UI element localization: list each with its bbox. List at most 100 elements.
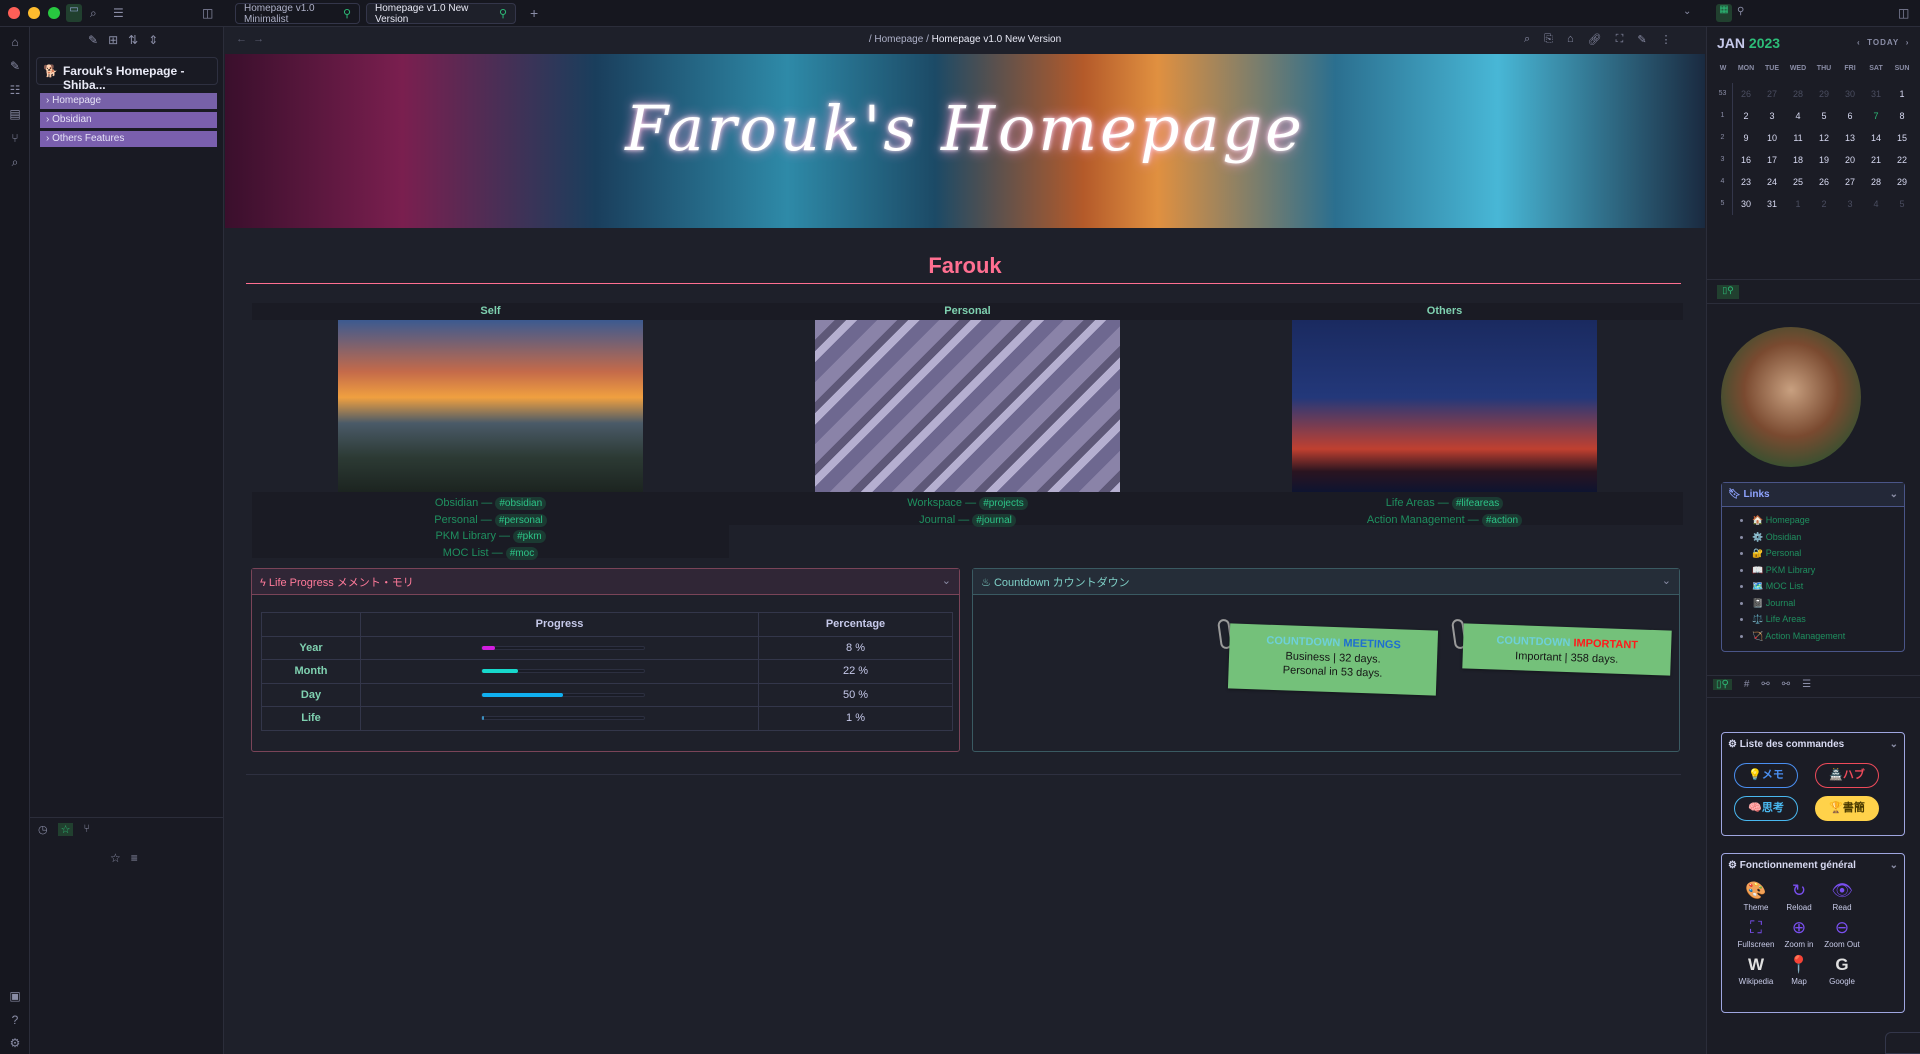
- backlinks-icon[interactable]: ⚯: [1761, 679, 1769, 690]
- command-pill[interactable]: 🏯ハブ: [1815, 763, 1879, 788]
- home-icon[interactable]: ⌂: [1567, 33, 1574, 46]
- starred-icon[interactable]: ☆: [57, 823, 74, 836]
- calendar-day[interactable]: 11: [1785, 127, 1811, 149]
- calendar-day[interactable]: 25: [1785, 171, 1811, 193]
- outgoing-links-icon[interactable]: ⚯: [1782, 679, 1790, 690]
- calendar-day[interactable]: 27: [1837, 171, 1863, 193]
- calendar-day[interactable]: 22: [1889, 149, 1915, 171]
- chevron-down-icon[interactable]: ⌄: [942, 574, 951, 589]
- database-icon[interactable]: ☷: [8, 83, 22, 97]
- new-tab-button[interactable]: +: [530, 5, 538, 21]
- vault-title[interactable]: 🐕 Farouk's Homepage - Shiba...: [36, 57, 218, 92]
- calendar-day[interactable]: 29: [1889, 171, 1915, 193]
- link-item[interactable]: 📖 PKM Library: [1752, 565, 1904, 582]
- fullscreen-icon[interactable]: ⛶: [1616, 33, 1624, 46]
- calendar-day[interactable]: 15: [1889, 127, 1915, 149]
- link-item[interactable]: ⚙️ Obsidian: [1752, 532, 1904, 549]
- calendar-day[interactable]: 9: [1733, 127, 1759, 149]
- tag[interactable]: #action: [1481, 513, 1523, 527]
- tag[interactable]: #lifeareas: [1451, 497, 1504, 510]
- calendar-day[interactable]: 5: [1889, 193, 1915, 215]
- command-pill[interactable]: 🏆書簡: [1815, 796, 1879, 821]
- today-button[interactable]: TODAY: [1867, 38, 1899, 47]
- link-item[interactable]: 🏠 Homepage: [1752, 515, 1904, 532]
- tag[interactable]: #personal: [494, 513, 547, 527]
- calendar-day[interactable]: 30: [1733, 193, 1759, 215]
- graph-icon[interactable]: ⑂: [83, 823, 90, 836]
- calendar-day[interactable]: 7: [1863, 105, 1889, 127]
- command-pill[interactable]: 💡メモ: [1734, 763, 1798, 788]
- link-row[interactable]: PKM Library — #pkm: [252, 528, 729, 545]
- new-note-icon[interactable]: ✎: [88, 33, 98, 47]
- link-item[interactable]: ⚖️ Life Areas: [1752, 614, 1904, 631]
- calendar-day[interactable]: 26: [1733, 83, 1759, 105]
- calendar-day[interactable]: 13: [1837, 127, 1863, 149]
- calendar-day[interactable]: 28: [1785, 83, 1811, 105]
- tab-list-chevron-icon[interactable]: ⌄: [1683, 6, 1691, 17]
- life-progress-header[interactable]: ϟ Life Progress メメント・モリ ⌄: [252, 569, 959, 595]
- calendar-day[interactable]: 29: [1811, 83, 1837, 105]
- calendar-day[interactable]: 4: [1863, 193, 1889, 215]
- tab-new-version[interactable]: Homepage v1.0 New Version ⚲: [366, 3, 516, 25]
- file-pin-tab[interactable]: ▯⚲: [1713, 679, 1732, 690]
- calendar-day[interactable]: 20: [1837, 149, 1863, 171]
- link-item[interactable]: 📓 Journal: [1752, 598, 1904, 615]
- chevron-down-icon[interactable]: ⌄: [1890, 739, 1898, 750]
- vault-icon[interactable]: ▣: [8, 989, 22, 1003]
- calendar-day[interactable]: 8: [1889, 105, 1915, 127]
- link-item[interactable]: 🔐 Personal: [1752, 548, 1904, 565]
- sidebar-toggle-icon[interactable]: ◫: [202, 6, 213, 20]
- link-row[interactable]: Journal — #journal: [729, 512, 1206, 529]
- calendar-day[interactable]: 17: [1759, 149, 1785, 171]
- calendar-day[interactable]: 1: [1785, 193, 1811, 215]
- minimize-window-button[interactable]: [28, 7, 40, 19]
- bookmarks-icon[interactable]: ☰: [113, 6, 124, 20]
- calendar-day[interactable]: 31: [1759, 193, 1785, 215]
- collapse-icon[interactable]: ⇕: [148, 33, 158, 47]
- recent-icon[interactable]: ◷: [38, 823, 48, 836]
- layout-icon[interactable]: ▤: [8, 107, 22, 121]
- outline-icon[interactable]: ☰: [1802, 679, 1811, 690]
- chevron-down-icon[interactable]: ⌄: [1890, 860, 1898, 871]
- tag[interactable]: #moc: [505, 546, 539, 560]
- calendar-day[interactable]: 14: [1863, 127, 1889, 149]
- folder-homepage[interactable]: › Homepage: [40, 93, 217, 109]
- calendar-day[interactable]: 28: [1863, 171, 1889, 193]
- command-google[interactable]: G Google: [1816, 955, 1868, 986]
- pin-icon[interactable]: ⚲: [1737, 6, 1744, 17]
- maximize-window-button[interactable]: [48, 7, 60, 19]
- calendar-day[interactable]: 12: [1811, 127, 1837, 149]
- calendar-day[interactable]: 4: [1785, 105, 1811, 127]
- calendar-day[interactable]: 31: [1863, 83, 1889, 105]
- calendar-day[interactable]: 24: [1759, 171, 1785, 193]
- calendar-day[interactable]: 5: [1811, 105, 1837, 127]
- right-sidebar-toggle-icon[interactable]: ◫: [1898, 6, 1909, 20]
- calendar-day[interactable]: 23: [1733, 171, 1759, 193]
- calendar-day[interactable]: 3: [1759, 105, 1785, 127]
- new-folder-icon[interactable]: ⊞: [108, 33, 118, 47]
- chevron-down-icon[interactable]: ⌄: [1890, 489, 1898, 500]
- link-row[interactable]: Workspace — #projects: [729, 495, 1206, 512]
- calendar-day[interactable]: 16: [1733, 149, 1759, 171]
- link-item[interactable]: 🏹 Action Management: [1752, 631, 1904, 648]
- copy-icon[interactable]: ⎘: [1544, 33, 1553, 46]
- calendar-day[interactable]: 26: [1811, 171, 1837, 193]
- star-icon[interactable]: ☆: [110, 851, 121, 865]
- calendar-day[interactable]: 18: [1785, 149, 1811, 171]
- calendar-day[interactable]: 27: [1759, 83, 1785, 105]
- close-window-button[interactable]: [8, 7, 20, 19]
- search-icon[interactable]: ⌕: [1524, 33, 1530, 46]
- calendar-day[interactable]: 2: [1733, 105, 1759, 127]
- calendar-day[interactable]: 1: [1889, 83, 1915, 105]
- search-icon[interactable]: ⌕: [8, 155, 22, 169]
- calendar-day[interactable]: 3: [1837, 193, 1863, 215]
- link-row[interactable]: Life Areas — #lifeareas: [1206, 495, 1683, 512]
- tag[interactable]: #journal: [972, 513, 1016, 527]
- link-row[interactable]: Obsidian — #obsidian: [252, 495, 729, 512]
- calendar-day[interactable]: 6: [1837, 105, 1863, 127]
- command-read[interactable]: 👁 Read: [1816, 881, 1868, 912]
- command-pill[interactable]: 🧠思考: [1734, 796, 1798, 821]
- calendar-day[interactable]: 30: [1837, 83, 1863, 105]
- search-icon[interactable]: ⌕: [90, 6, 97, 21]
- calendar-day[interactable]: 10: [1759, 127, 1785, 149]
